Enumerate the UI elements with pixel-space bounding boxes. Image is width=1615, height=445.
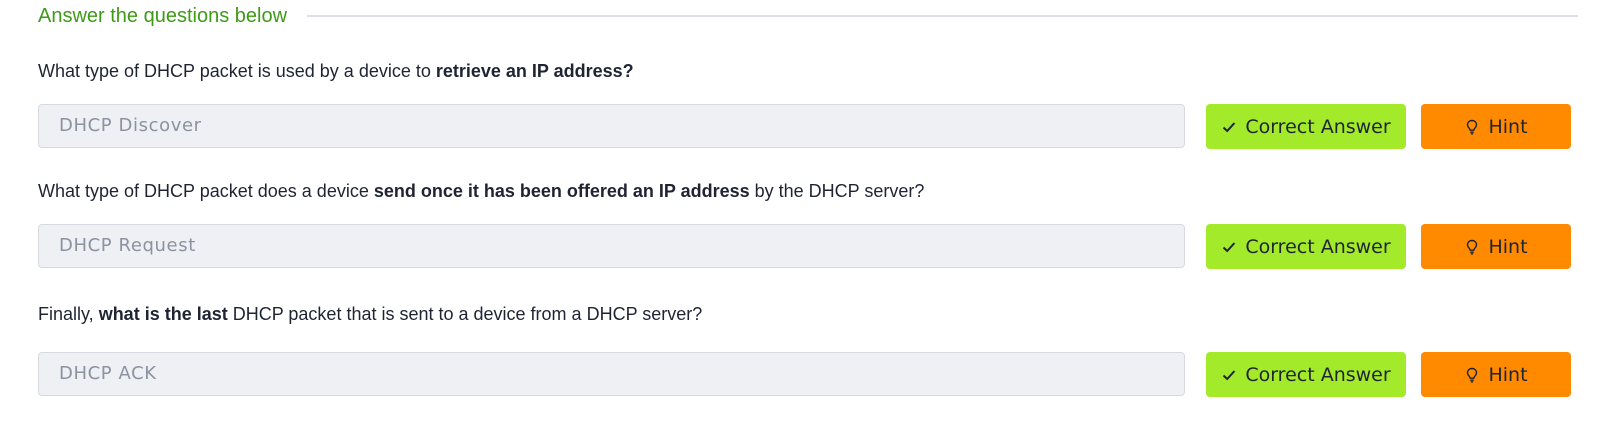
answer-row-1: DHCP Discover Correct Answer Hint xyxy=(38,104,1578,150)
check-icon xyxy=(1221,239,1237,255)
hint-button-1[interactable]: Hint xyxy=(1421,104,1571,149)
question-text-part: by the DHCP server? xyxy=(749,181,925,201)
question-text-part: Finally, xyxy=(38,304,99,324)
hint-label: Hint xyxy=(1488,235,1528,258)
question-text-emphasis: retrieve an IP address? xyxy=(435,61,634,81)
question-1-text: What type of DHCP packet is used by a de… xyxy=(38,59,634,83)
question-text-part: What type of DHCP packet does a device xyxy=(38,181,374,201)
correct-answer-button-1[interactable]: Correct Answer xyxy=(1206,104,1406,149)
section-header: Answer the questions below xyxy=(38,2,1578,30)
check-icon xyxy=(1221,367,1237,383)
correct-answer-button-2[interactable]: Correct Answer xyxy=(1206,224,1406,269)
question-text-emphasis: send once it has been offered an IP addr… xyxy=(373,181,750,201)
lightbulb-icon xyxy=(1464,239,1480,255)
header-divider xyxy=(307,15,1578,17)
correct-answer-button-3[interactable]: Correct Answer xyxy=(1206,352,1406,397)
question-2-text: What type of DHCP packet does a device s… xyxy=(38,179,924,203)
correct-answer-label: Correct Answer xyxy=(1245,115,1391,138)
section-title: Answer the questions below xyxy=(38,4,288,27)
lightbulb-icon xyxy=(1464,119,1480,135)
check-icon xyxy=(1221,119,1237,135)
correct-answer-label: Correct Answer xyxy=(1245,235,1391,258)
lightbulb-icon xyxy=(1464,367,1480,383)
answer-field-3[interactable]: DHCP ACK xyxy=(38,352,1185,396)
answer-field-1[interactable]: DHCP Discover xyxy=(38,104,1185,148)
answer-field-2[interactable]: DHCP Request xyxy=(38,224,1185,268)
hint-button-3[interactable]: Hint xyxy=(1421,352,1571,397)
question-text-emphasis: what is the last xyxy=(98,304,228,324)
question-text-part: What type of DHCP packet is used by a de… xyxy=(38,61,436,81)
answer-row-2: DHCP Request Correct Answer Hint xyxy=(38,224,1578,270)
correct-answer-label: Correct Answer xyxy=(1245,363,1391,386)
answer-row-3: DHCP ACK Correct Answer Hint xyxy=(38,352,1578,398)
question-text-part: DHCP packet that is sent to a device fro… xyxy=(227,304,703,324)
question-3-text: Finally, what is the last DHCP packet th… xyxy=(38,302,702,326)
hint-button-2[interactable]: Hint xyxy=(1421,224,1571,269)
hint-label: Hint xyxy=(1488,363,1528,386)
hint-label: Hint xyxy=(1488,115,1528,138)
